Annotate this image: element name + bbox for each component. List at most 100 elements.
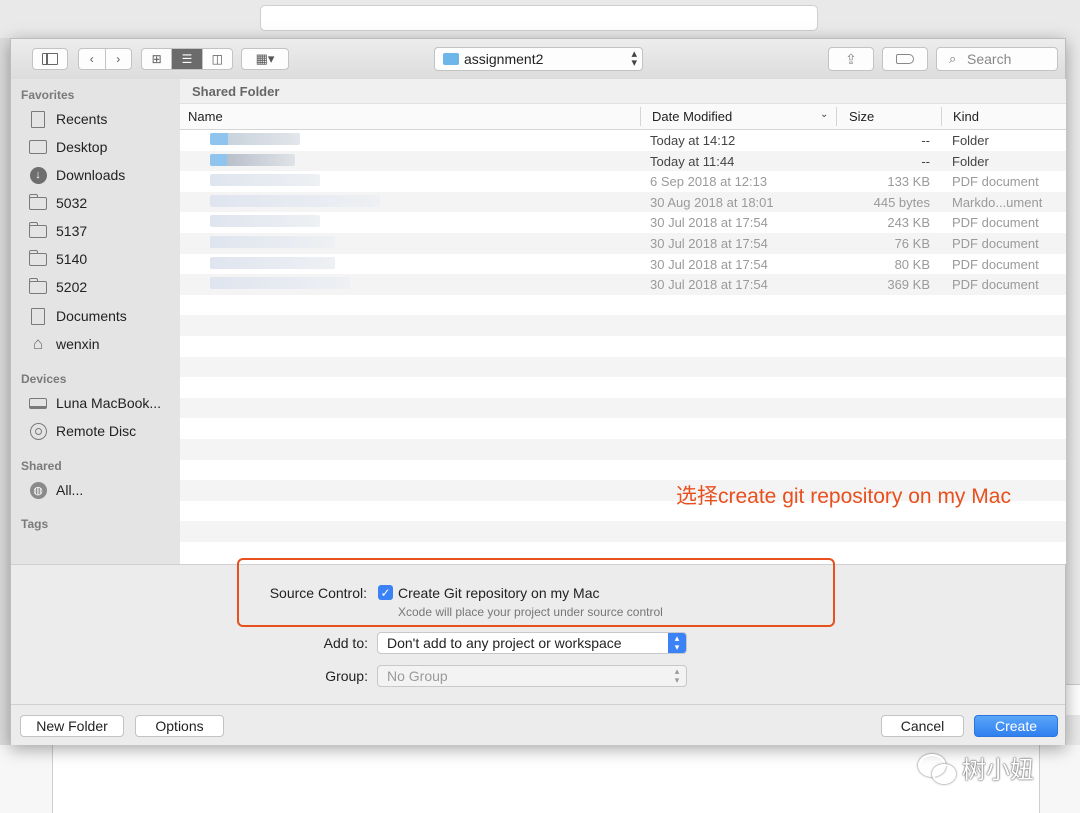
- git-checkbox-label[interactable]: Create Git repository on my Mac: [398, 585, 600, 601]
- empty-row: [180, 459, 1066, 481]
- chevron-left-icon: ‹: [89, 52, 94, 66]
- forward-button[interactable]: ›: [106, 49, 132, 69]
- table-row[interactable]: Today at 14:12 -- Folder: [180, 130, 1066, 151]
- sidebar-item-documents[interactable]: Documents: [29, 304, 127, 328]
- group-by-button[interactable]: ▦▾: [241, 48, 289, 70]
- path-popup[interactable]: assignment2 ▴ ▾: [434, 47, 643, 71]
- breadcrumb: Shared Folder: [180, 79, 1066, 104]
- column-divider[interactable]: [640, 107, 641, 126]
- sidebar-header-tags: Tags: [21, 517, 49, 531]
- sidebar-item-wenxin[interactable]: ⌂ wenxin: [29, 332, 100, 356]
- table-row[interactable]: 30 Jul 2018 at 17:54 76 KB PDF document: [180, 232, 1066, 254]
- add-to-value: Don't add to any project or workspace: [387, 635, 622, 651]
- path-folder-label: assignment2: [464, 51, 544, 67]
- column-divider[interactable]: [941, 107, 942, 126]
- disc-icon: [29, 422, 47, 440]
- background-editor-area: [52, 745, 1040, 813]
- cancel-button[interactable]: Cancel: [881, 715, 964, 737]
- file-kind: Folder: [952, 133, 989, 148]
- sidebar-item-5032[interactable]: 5032: [28, 191, 87, 215]
- table-row[interactable]: 30 Jul 2018 at 17:54 369 KB PDF document: [180, 274, 1066, 295]
- sidebar-item-downloads[interactable]: ↓ Downloads: [29, 163, 125, 187]
- empty-row: [180, 418, 1066, 439]
- file-date: 30 Jul 2018 at 17:54: [650, 277, 768, 293]
- file-kind: PDF document: [952, 235, 1039, 251]
- sidebar-header-favorites: Favorites: [21, 88, 75, 102]
- share-button[interactable]: ⇪: [828, 47, 874, 71]
- sidebar-item-label: Recents: [56, 111, 108, 127]
- sidebar-item-desktop[interactable]: Desktop: [29, 135, 107, 159]
- empty-row: [180, 377, 1066, 398]
- sidebar-item-all-shared[interactable]: ◍ All...: [29, 478, 83, 502]
- new-folder-button[interactable]: New Folder: [20, 715, 124, 737]
- column-kind-header[interactable]: Kind: [953, 109, 979, 124]
- file-kind: PDF document: [952, 256, 1039, 272]
- icon-view-button[interactable]: ⊞: [142, 49, 173, 69]
- back-button[interactable]: ‹: [79, 49, 106, 69]
- column-view-button[interactable]: ◫: [203, 49, 232, 69]
- background-right-strip: [1066, 684, 1080, 715]
- search-field[interactable]: ⌕ Search: [936, 47, 1058, 71]
- create-button[interactable]: Create: [974, 715, 1058, 737]
- back-forward-control: ‹ ›: [78, 48, 132, 70]
- blurred-filename: [210, 133, 300, 145]
- add-to-popup[interactable]: Don't add to any project or workspace ▴ ▾: [377, 632, 687, 654]
- checkmark-icon: ✓: [380, 585, 391, 600]
- background-title-field: [260, 5, 818, 31]
- table-row[interactable]: 30 Jul 2018 at 17:54 80 KB PDF document: [180, 253, 1066, 275]
- sidebar-item-label: 5202: [56, 279, 88, 295]
- column-header: Name Date Modified ⌄ Size Kind: [180, 104, 1066, 130]
- updown-arrows-icon: ▴ ▾: [668, 633, 686, 653]
- sidebar-item-remote-disc[interactable]: Remote Disc: [29, 419, 136, 443]
- view-mode-control: ⊞ ☰ ◫: [141, 48, 233, 70]
- sidebar-toggle-button[interactable]: [32, 48, 68, 70]
- group-popup[interactable]: No Group ▴ ▾: [377, 665, 687, 687]
- list-view-button[interactable]: ☰: [172, 49, 203, 69]
- background-left-edge: [0, 38, 10, 813]
- share-icon: ⇪: [845, 50, 857, 67]
- blurred-filename: [210, 256, 335, 269]
- file-date: Today at 11:44: [650, 153, 735, 169]
- sidebar-item-5140[interactable]: 5140: [28, 247, 87, 271]
- options-button[interactable]: Options: [135, 715, 224, 737]
- file-date: 30 Jul 2018 at 17:54: [650, 235, 768, 251]
- sidebar-item-label: Documents: [56, 308, 127, 324]
- file-date: 30 Jul 2018 at 17:54: [650, 215, 768, 231]
- file-size: 133 KB: [887, 174, 930, 190]
- add-to-label: Add to:: [323, 635, 368, 651]
- file-size: 80 KB: [894, 256, 930, 272]
- annotation-note: 选择create git repository on my Mac: [676, 485, 1011, 508]
- table-row[interactable]: 30 Aug 2018 at 18:01 445 bytes Markdo...…: [180, 191, 1066, 213]
- wechat-icon: [918, 753, 956, 784]
- table-row[interactable]: 6 Sep 2018 at 12:13 133 KB PDF document: [180, 171, 1066, 192]
- folder-icon: [443, 53, 459, 65]
- table-row[interactable]: Today at 11:44 -- Folder: [180, 150, 1066, 172]
- sidebar-item-recents[interactable]: Recents: [29, 107, 107, 131]
- tag-button[interactable]: [882, 47, 928, 71]
- sidebar-item-5137[interactable]: 5137: [28, 219, 88, 243]
- column-date-header[interactable]: Date Modified: [652, 109, 732, 124]
- list-icon: ☰: [181, 52, 193, 66]
- blurred-filename: [210, 235, 335, 248]
- column-size-header[interactable]: Size: [849, 109, 874, 124]
- empty-row: [180, 294, 1066, 316]
- git-repository-checkbox[interactable]: ✓: [378, 585, 393, 600]
- sidebar-item-macbook[interactable]: Luna MacBook...: [29, 391, 161, 415]
- file-size: 243 KB: [887, 215, 930, 231]
- table-row[interactable]: 30 Jul 2018 at 17:54 243 KB PDF document: [180, 212, 1066, 233]
- recents-icon: [29, 110, 47, 128]
- sidebar-item-label: 5137: [56, 223, 88, 239]
- grid-icon: ⊞: [151, 52, 162, 66]
- column-name-header[interactable]: Name: [188, 109, 223, 124]
- documents-icon: [29, 307, 47, 325]
- blurred-filename: [210, 215, 320, 228]
- group-label: Group:: [325, 668, 368, 684]
- column-divider[interactable]: [836, 107, 837, 126]
- sidebar-item-label: Remote Disc: [56, 423, 137, 439]
- sidebar-header-shared: Shared: [21, 459, 62, 473]
- sidebar-header-devices: Devices: [21, 372, 67, 386]
- sidebar-item-5202[interactable]: 5202: [28, 275, 88, 299]
- blurred-filename: [210, 194, 380, 207]
- blurred-filename: [210, 153, 295, 166]
- file-kind: PDF document: [952, 277, 1039, 293]
